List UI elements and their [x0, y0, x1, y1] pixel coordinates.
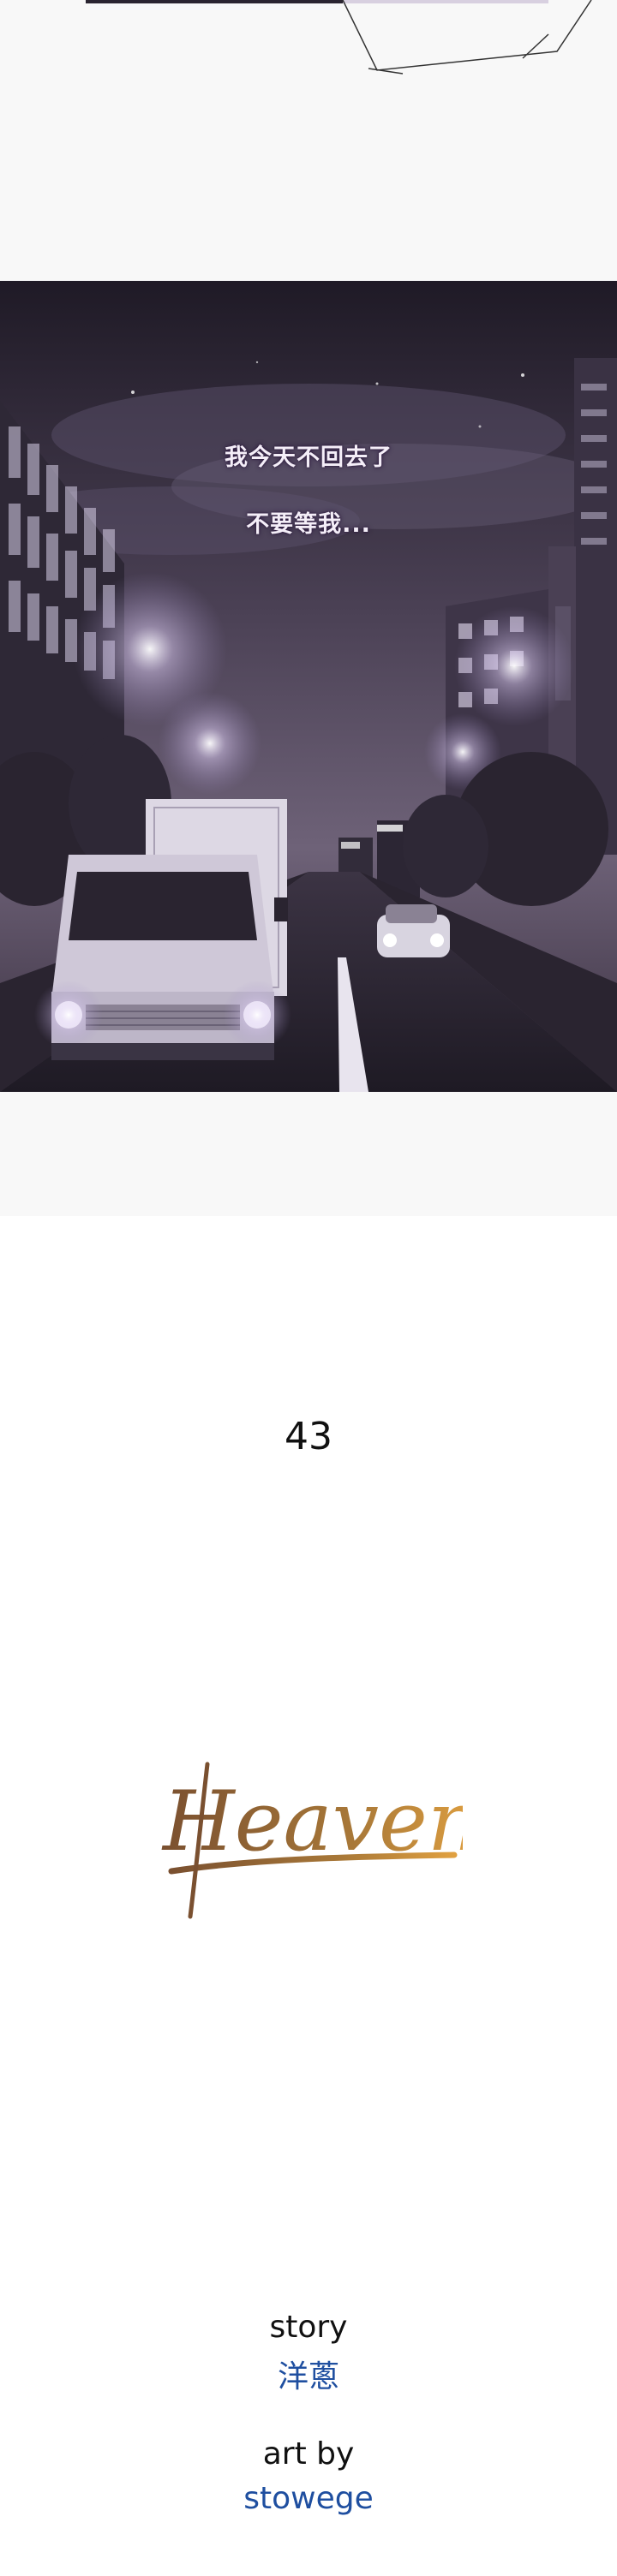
dialogue-line-1: 我今天不回去了 — [225, 444, 392, 471]
story-author-name: 洋蔥 — [277, 2359, 339, 2394]
story-label: story — [269, 2310, 348, 2345]
series-logo: Heaven — [161, 1762, 463, 1919]
night-street-illustration — [0, 281, 617, 1092]
dialogue-line-2: 不要等我... — [246, 511, 371, 538]
art-label: art by — [262, 2436, 355, 2472]
chapter-number: 43 — [285, 1415, 332, 1458]
artist-name: stowege — [243, 2481, 374, 2516]
night-street-panel: 我今天不回去了 不要等我... — [0, 281, 617, 1092]
previous-panel-remnant — [0, 0, 617, 94]
